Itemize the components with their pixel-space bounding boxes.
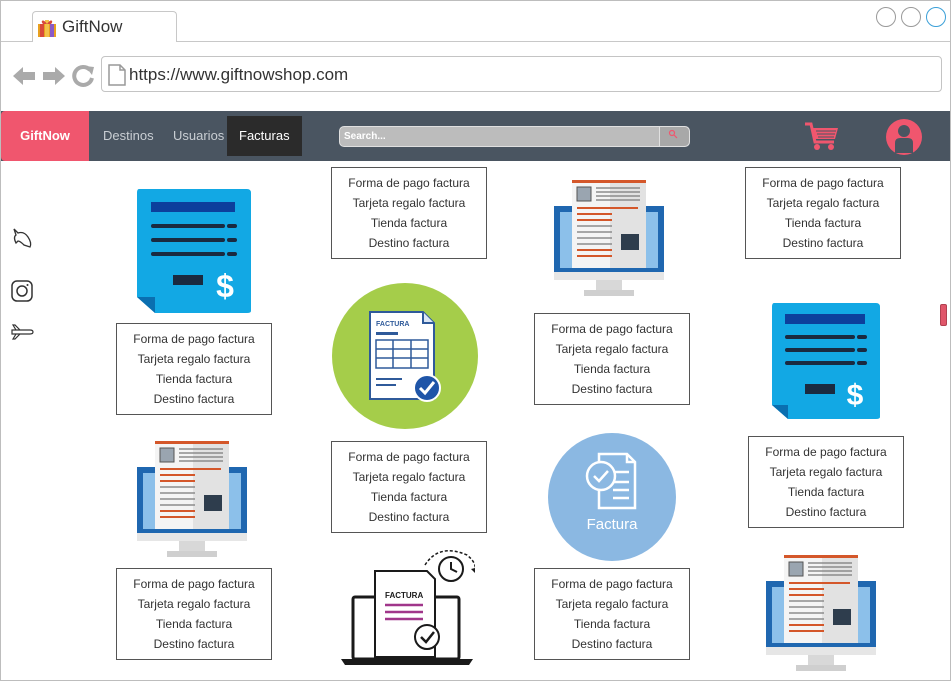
card-line: Tienda factura [370, 490, 448, 504]
address-bar[interactable]: https://www.giftnowshop.com [101, 56, 942, 92]
invoice-dollar-icon: $ [772, 303, 880, 419]
factura-checklist-icon: FACTURA [332, 283, 478, 429]
invoice-card[interactable]: Forma de pago factura Tarjeta regalo fac… [534, 313, 690, 405]
url-text: https://www.giftnowshop.com [129, 65, 349, 84]
invoice-card[interactable]: Forma de pago factura Tarjeta regalo fac… [331, 441, 487, 533]
card-line: Tarjeta regalo factura [137, 352, 251, 366]
invoice-card[interactable]: Forma de pago factura Tarjeta regalo fac… [331, 167, 487, 259]
card-line: Forma de pago factura [348, 450, 470, 464]
card-line: Forma de pago factura [551, 322, 673, 336]
card-line: Destino factura [368, 510, 450, 524]
factura-circle-label: Factura [587, 516, 639, 533]
card-line: Tienda factura [370, 216, 448, 230]
gift-icon [38, 20, 56, 37]
invoice-card[interactable]: Forma de pago factura Tarjeta regalo fac… [116, 568, 272, 660]
card-line: Tarjeta regalo factura [555, 342, 669, 356]
card-line: Forma de pago factura [551, 577, 673, 591]
scrollbar[interactable] [940, 163, 950, 680]
card-line: Tienda factura [573, 362, 651, 376]
card-line: Forma de pago factura [348, 176, 470, 190]
forward-arrow-icon[interactable] [41, 64, 67, 88]
card-line: Tarjeta regalo factura [137, 597, 251, 611]
laptop-factura-clock-icon: FACTURA [341, 550, 475, 665]
app-navbar: GiftNow Destinos Usuarios Facturas [1, 111, 950, 161]
card-line: Destino factura [368, 236, 450, 250]
nav-link-destinos[interactable]: Destinos [103, 111, 154, 161]
nav-link-usuarios[interactable]: Usuarios [173, 111, 224, 161]
card-line: Destino factura [782, 236, 864, 250]
user-icon[interactable] [886, 119, 922, 155]
reload-icon[interactable] [71, 64, 97, 88]
scrollbar-thumb[interactable] [940, 304, 947, 326]
card-line: Tienda factura [784, 216, 862, 230]
minimize-button[interactable] [876, 7, 896, 27]
card-line: Destino factura [571, 637, 653, 651]
card-line: Forma de pago factura [133, 332, 255, 346]
card-line: Tienda factura [573, 617, 651, 631]
invoice-dollar-icon: $ [137, 189, 251, 313]
airplane-icon[interactable] [10, 321, 34, 343]
factura-label: FACTURA [385, 591, 423, 600]
back-arrow-icon[interactable] [11, 64, 37, 88]
card-line: Tarjeta regalo factura [352, 470, 466, 484]
invoice-card[interactable]: Forma de pago factura Tarjeta regalo fac… [116, 323, 272, 415]
maximize-button[interactable] [901, 7, 921, 27]
cart-icon[interactable] [804, 120, 840, 152]
card-line: Destino factura [153, 637, 235, 651]
invoice-card[interactable]: Forma de pago factura Tarjeta regalo fac… [534, 568, 690, 660]
svg-text:$: $ [216, 268, 234, 304]
nav-link-facturas[interactable]: Facturas [227, 116, 302, 156]
browser-window: GiftNow https://www.giftnowshop.com Gift… [0, 0, 951, 681]
search-button[interactable] [659, 127, 689, 146]
svg-text:$: $ [847, 379, 864, 412]
invoice-card[interactable]: Forma de pago factura Tarjeta regalo fac… [745, 167, 901, 259]
card-line: Tarjeta regalo factura [769, 465, 883, 479]
unicorn-icon[interactable] [10, 227, 34, 249]
card-line: Tarjeta regalo factura [352, 196, 466, 210]
card-line: Forma de pago factura [133, 577, 255, 591]
card-line: Tarjeta regalo factura [555, 597, 669, 611]
card-line: Tienda factura [155, 617, 233, 631]
card-line: Forma de pago factura [762, 176, 884, 190]
card-line: Forma de pago factura [765, 445, 887, 459]
instagram-icon[interactable] [10, 280, 34, 302]
search-box [339, 126, 690, 147]
factura-label: FACTURA [376, 321, 409, 328]
close-button[interactable] [926, 7, 946, 27]
page-icon [108, 64, 126, 86]
monitor-document-icon [766, 555, 876, 671]
browser-tab[interactable]: GiftNow [32, 11, 177, 43]
browser-toolbar: https://www.giftnowshop.com [1, 42, 950, 110]
brand-logo[interactable]: GiftNow [1, 111, 89, 161]
card-line: Destino factura [785, 505, 867, 519]
card-line: Destino factura [571, 382, 653, 396]
monitor-document-icon [137, 441, 247, 557]
search-input[interactable] [344, 128, 654, 145]
monitor-document-icon [554, 180, 664, 296]
search-icon [668, 129, 678, 139]
factura-circle-icon: Factura [548, 433, 676, 561]
card-line: Tarjeta regalo factura [766, 196, 880, 210]
card-line: Tienda factura [155, 372, 233, 386]
invoice-card[interactable]: Forma de pago factura Tarjeta regalo fac… [748, 436, 904, 528]
card-line: Tienda factura [787, 485, 865, 499]
card-line: Destino factura [153, 392, 235, 406]
tab-title: GiftNow [62, 17, 123, 36]
tab-bar: GiftNow [1, 1, 950, 43]
